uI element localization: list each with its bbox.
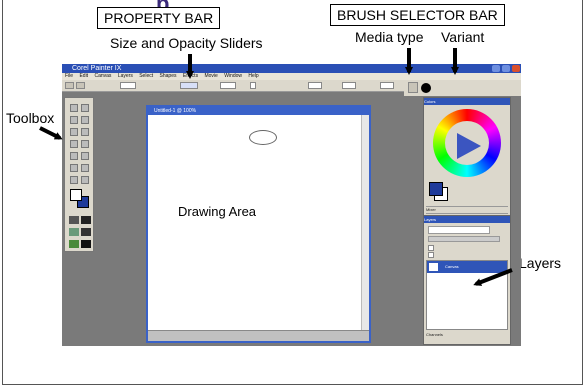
toolbox-arrow [39,126,63,140]
callout-arrows [39,48,513,286]
layers-arrow [473,268,513,286]
drawing-area-label: Drawing Area [178,204,257,219]
